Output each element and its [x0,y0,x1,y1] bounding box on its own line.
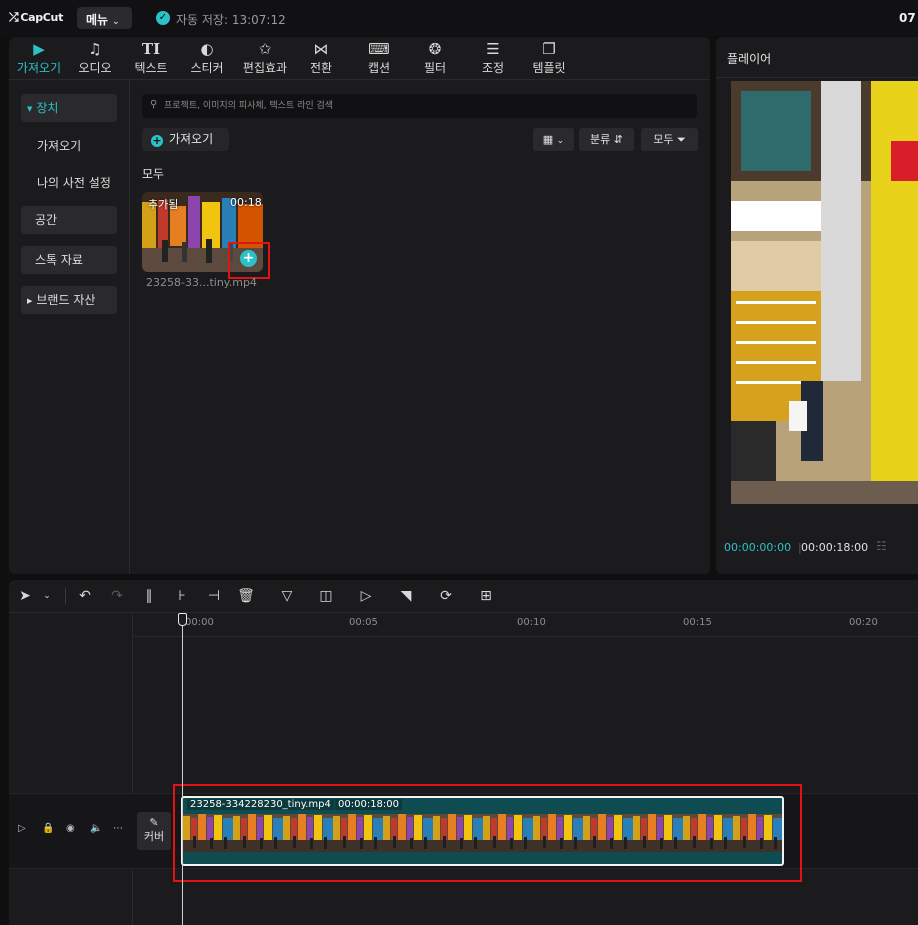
ruler-tick: 00:20 [849,617,878,628]
player-divider [716,77,918,78]
sidebar-item-space[interactable]: 공간 [21,206,117,234]
capcut-logo-icon: ⤮ [9,10,19,24]
tab-audio[interactable]: ♫ 오디오 [65,37,125,79]
tab-text[interactable]: TI 텍스트 [121,37,181,79]
section-title: 모두 [142,167,165,181]
media-panel: ▶ 가져오기 ♫ 오디오 TI 텍스트 ◐ 스티커 ✩ 편집효과 ⋈ 전환 ⌨ 캡션 ❂ 필터 … [9,37,710,574]
player-title: 플레이어 [727,52,772,66]
ruler-tick: 00:15 [683,617,712,628]
track-video-icon[interactable]: ▷ [18,823,26,834]
media-filename: 23258-33...tiny.mp4 [146,276,257,289]
freeze-icon[interactable]: ◫ [316,586,336,606]
check-circle-icon: ✓ [156,11,170,25]
split-right-icon[interactable]: ⊣ [204,586,224,606]
ruler-tick: 00:10 [517,617,546,628]
view-mode-button[interactable]: ▦ ⌄ [533,128,574,151]
crop-icon[interactable]: ⊞ [476,586,496,606]
filter-button[interactable]: 모두 ⏷ [641,128,698,151]
sidebar-item-stock[interactable]: 스톡 자료 [21,246,117,274]
ruler-baseline [133,636,918,637]
added-badge: 추가됨 [148,198,179,211]
media-sidebar: ▼ 장치 가져오기 나의 사전 설정 공간 스톡 자료 ▶ 브랜드 자산 [9,80,130,574]
triangle-down-icon: ▼ [27,105,33,113]
sort-button[interactable]: 분류 ⇵ [579,128,634,151]
ruler-tick: 00:05 [349,617,378,628]
effects-icon: ✩ [258,40,272,58]
player-video-frame[interactable] [731,81,918,504]
lock-icon[interactable]: 🔒 [42,823,54,834]
template-icon: ❐ [542,40,556,58]
tab-sticker[interactable]: ◐ 스티커 [177,37,237,79]
playhead-line[interactable] [182,620,183,925]
time-ruler[interactable]: 00:00 00:05 00:10 00:15 00:20 [133,613,918,637]
top-bar [0,0,918,36]
eye-icon[interactable]: ◉ [66,823,75,834]
chevron-down-icon: ⌄ [556,136,565,146]
total-timecode: 00:00:18:00 [801,541,869,554]
filter-icon: ❂ [428,40,442,58]
grid-icon: ▦ [542,133,554,146]
chevron-down-icon[interactable]: ⌄ [37,586,57,606]
duration-badge: 00:18 [230,196,262,209]
funnel-icon: ⏷ [676,133,686,146]
select-tool-icon[interactable]: ➤ [15,586,35,606]
plus-icon: + [151,134,163,147]
split-icon[interactable]: ∥ [139,586,159,606]
pencil-icon: ✎ [149,816,159,829]
import-icon: ▶ [33,40,45,58]
volume-icon[interactable]: 🔈 [90,823,102,834]
tab-caption[interactable]: ⌨ 캡션 [349,37,409,79]
clock-partial: 07 [899,11,916,25]
highlight-box [228,242,270,279]
triangle-right-icon: ▶ [27,297,33,305]
toolbar-divider [65,588,66,604]
menu-button[interactable]: 메뉴 ⌄ [77,7,132,29]
tab-effects[interactable]: ✩ 편집효과 [235,37,295,79]
redo-icon[interactable]: ↷ [107,586,127,606]
split-left-icon[interactable]: ⊦ [172,586,192,606]
play-circle-icon[interactable]: ▷ [356,586,376,606]
playhead-handle[interactable] [178,613,187,626]
current-timecode: 00:00:00:00 [724,541,792,554]
tab-transition[interactable]: ⋈ 전환 [291,37,351,79]
sidebar-item-brand[interactable]: ▶ 브랜드 자산 [21,286,117,314]
tab-import[interactable]: ▶ 가져오기 [9,37,69,79]
caption-icon: ⌨ [368,40,390,58]
ruler-tick: 00:00 [185,617,214,628]
media-tabs: ▶ 가져오기 ♫ 오디오 TI 텍스트 ◐ 스티커 ✩ 편집효과 ⋈ 전환 ⌨ 캡션 ❂ 필터 … [9,37,710,79]
mark-icon[interactable]: ▽ [277,586,297,606]
import-button[interactable]: + 가져오기 [142,128,229,151]
sidebar-item-device[interactable]: ▼ 장치 [21,94,117,122]
chevron-down-icon: ⌄ [112,17,120,27]
adjust-icon: ☰ [486,40,500,58]
mirror-icon[interactable]: ◥ [396,586,416,606]
text-icon: TI [141,40,161,58]
audio-icon: ♫ [88,40,102,58]
search-input[interactable] [164,94,684,118]
cover-button[interactable]: ✎ 커버 [137,812,171,850]
highlight-box [173,784,802,882]
capcut-logo: ⤮ CapCut [9,10,64,24]
timeline-panel: ➤ ⌄ ↶ ↷ ∥ ⊦ ⊣ 🗑 ▽ ◫ ▷ ◥ ⟳ ⊞ 00:00 00:05 … [9,580,918,925]
sidebar-item-presets[interactable]: 나의 사전 설정 [21,169,117,197]
sidebar-item-import[interactable]: 가져오기 [21,132,117,160]
undo-icon[interactable]: ↶ [75,586,95,606]
player-panel: 플레이어 00:00:00:00 | 00:00:18:00 ☷ [716,37,918,574]
tab-filter[interactable]: ❂ 필터 [405,37,465,79]
tab-template[interactable]: ❐ 템플릿 [519,37,579,79]
rotate-icon[interactable]: ⟳ [436,586,456,606]
search-box: ⚲ [142,94,697,118]
sticker-icon: ◐ [200,40,214,58]
track-header-column [9,613,133,925]
timeline-toolbar: ➤ ⌄ ↶ ↷ ∥ ⊦ ⊣ 🗑 ▽ ◫ ▷ ◥ ⟳ ⊞ [9,580,918,612]
grid-icon[interactable]: ☷ [876,539,887,553]
delete-icon[interactable]: 🗑 [236,586,256,606]
sort-icon: ⇵ [613,133,623,146]
tab-adjust[interactable]: ☰ 조정 [463,37,523,79]
search-icon: ⚲ [150,99,158,110]
more-icon[interactable]: ⋯ [113,823,123,834]
autosave-status: 자동 저장: 13:07:12 [176,13,286,27]
transition-icon: ⋈ [313,40,329,58]
